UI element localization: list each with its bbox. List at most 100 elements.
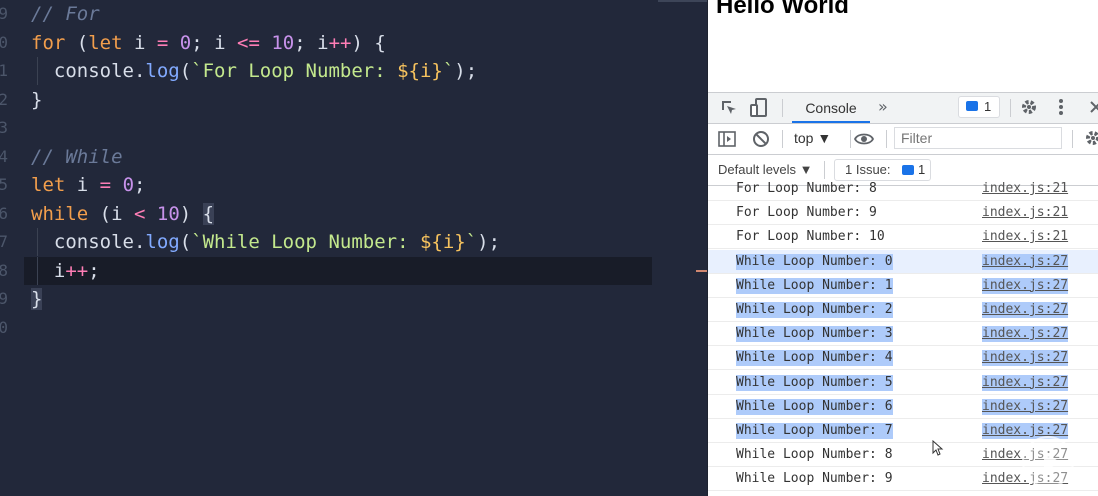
inspect-icon[interactable]: [720, 99, 738, 121]
console-toolbar: top ▼: [708, 124, 1098, 155]
code-token: `While Loop Number:: [191, 231, 420, 253]
code-token: `: [442, 60, 455, 82]
code-token: let: [31, 174, 66, 196]
code-line[interactable]: 0: [0, 314, 707, 342]
log-levels-dropdown[interactable]: Default levels ▼: [718, 162, 813, 177]
toolbar-divider: [782, 99, 783, 117]
console-message-text: While Loop Number: 7: [736, 423, 893, 439]
code-token: ++: [328, 31, 352, 54]
console-message-row[interactable]: While Loop Number: 3 index.js:27: [708, 322, 1098, 347]
device-toolbar-icon[interactable]: [750, 98, 768, 122]
console-message-text: While Loop Number: 4: [736, 350, 893, 367]
code-line[interactable]: 5 let i = 0;: [0, 171, 707, 199]
console-message-text: For Loop Number: 9: [736, 205, 877, 221]
console-message-text: While Loop Number: 5: [736, 374, 893, 391]
code-line[interactable]: 9 // For: [0, 0, 707, 28]
toolbar-divider: [1072, 130, 1073, 148]
eye-icon[interactable]: [853, 130, 875, 152]
code-token: ;: [134, 174, 146, 196]
source-link[interactable]: index.js:21: [982, 205, 1068, 221]
code-line[interactable]: 8 i++;: [0, 256, 707, 285]
code-editor[interactable]: 9// For 0 for (let i = 0; i <= 10; i++) {1…: [0, 0, 707, 496]
code-line[interactable]: 4 // While: [0, 143, 707, 171]
console-message-row[interactable]: While Loop Number: 1 index.js:27: [708, 274, 1098, 298]
close-icon[interactable]: [1088, 98, 1098, 120]
toolbar-divider: [1010, 99, 1011, 117]
context-selector[interactable]: top ▼: [794, 130, 831, 146]
code-line[interactable]: 9}: [0, 285, 707, 313]
tab-console[interactable]: Console: [792, 93, 870, 123]
code-line[interactable]: 0 for (let i = 0; i <= 10; i++) {: [0, 29, 707, 57]
console-message-row[interactable]: While Loop Number: 6 index.js:27: [708, 395, 1098, 419]
console-message-text: For Loop Number: 8: [736, 181, 877, 196]
console-message-row[interactable]: While Loop Number: 4 index.js:27: [708, 346, 1098, 371]
console-settings-gear-icon[interactable]: [1084, 129, 1098, 151]
line-number: 1: [0, 61, 8, 80]
play-overlay-icon[interactable]: [1022, 436, 1074, 488]
code-line[interactable]: 1 console.log(`For Loop Number: ${i}`);: [0, 57, 707, 85]
console-message-row[interactable]: While Loop Number: 0 index.js:27: [708, 249, 1098, 274]
clear-console-icon[interactable]: [752, 130, 770, 152]
console-message-text: While Loop Number: 2: [736, 302, 893, 318]
code-line[interactable]: 7 console.log(`While Loop Number: ${i}`)…: [0, 228, 707, 256]
code-text: i++;: [31, 257, 100, 285]
console-message-row[interactable]: For Loop Number: 10 index.js:21: [708, 225, 1098, 250]
code-token: i: [65, 174, 100, 196]
source-link[interactable]: index.js:27: [982, 398, 1069, 415]
code-token: 10: [271, 31, 295, 54]
source-link[interactable]: index.js:27: [982, 350, 1069, 367]
code-token: <=: [237, 31, 260, 54]
source-link[interactable]: index.js:27: [982, 374, 1069, 391]
code-text: }: [31, 86, 42, 114]
source-link[interactable]: index.js:27: [982, 326, 1069, 343]
settings-gear-icon[interactable]: [1020, 98, 1038, 120]
sidebar-toggle-icon[interactable]: [718, 130, 736, 152]
code-text: console.log(`While Loop Number: ${i}`);: [31, 228, 500, 256]
messages-badge[interactable]: 1: [958, 96, 1000, 118]
code-token: log: [145, 60, 180, 82]
current-line-highlight: [24, 256, 652, 285]
code-text: for (let i = 0; i <= 10; i++) {: [31, 29, 386, 57]
source-link[interactable]: index.js:21: [982, 181, 1068, 197]
line-number: 9: [0, 289, 8, 308]
code-text: let i = 0;: [31, 171, 145, 199]
code-token: ; i: [191, 31, 237, 54]
code-token: 0: [122, 174, 135, 196]
console-message-text: While Loop Number: 0: [736, 253, 893, 270]
source-link[interactable]: index.js:27: [982, 302, 1069, 318]
line-number: 2: [0, 89, 8, 109]
code-token: 0: [179, 31, 192, 54]
source-link[interactable]: index.js:27: [982, 277, 1069, 294]
source-link[interactable]: index.js:27: [982, 253, 1069, 270]
console-message-row[interactable]: While Loop Number: 2 index.js:27: [708, 298, 1098, 322]
code-text: while (i < 10) {: [31, 200, 215, 228]
filter-input[interactable]: [894, 127, 1062, 149]
line-number: 7: [0, 232, 8, 251]
code-line[interactable]: 3: [0, 114, 707, 142]
code-line[interactable]: 6 while (i < 10) {: [0, 200, 707, 228]
code-text: }: [31, 285, 43, 313]
code-token: for: [31, 31, 66, 54]
message-icon: [902, 165, 914, 175]
panel-resize-marker[interactable]: [696, 270, 707, 272]
code-line[interactable]: 2}: [0, 86, 707, 114]
console-message-row[interactable]: While Loop Number: 5 index.js:27: [708, 371, 1098, 395]
more-tabs-button[interactable]: »: [878, 98, 888, 116]
toolbar-divider: [782, 130, 783, 148]
code-token: ): [179, 202, 203, 225]
console-message-row[interactable]: For Loop Number: 8 index.js:21: [708, 177, 1098, 201]
toolbar-divider: [850, 130, 851, 148]
code-token: (: [179, 231, 192, 253]
source-link[interactable]: index.js:21: [982, 229, 1068, 245]
code-token: ${i}: [397, 60, 443, 82]
code-token: }: [31, 288, 43, 310]
code-token: }: [31, 88, 43, 111]
code-token: let: [88, 31, 123, 54]
kebab-menu-icon[interactable]: [1058, 98, 1064, 120]
code-text: console.log(`For Loop Number: ${i}`);: [31, 57, 477, 85]
code-token: ) {: [351, 31, 386, 54]
console-message-row[interactable]: For Loop Number: 9 index.js:21: [708, 201, 1098, 226]
code-token: 10: [156, 202, 180, 225]
